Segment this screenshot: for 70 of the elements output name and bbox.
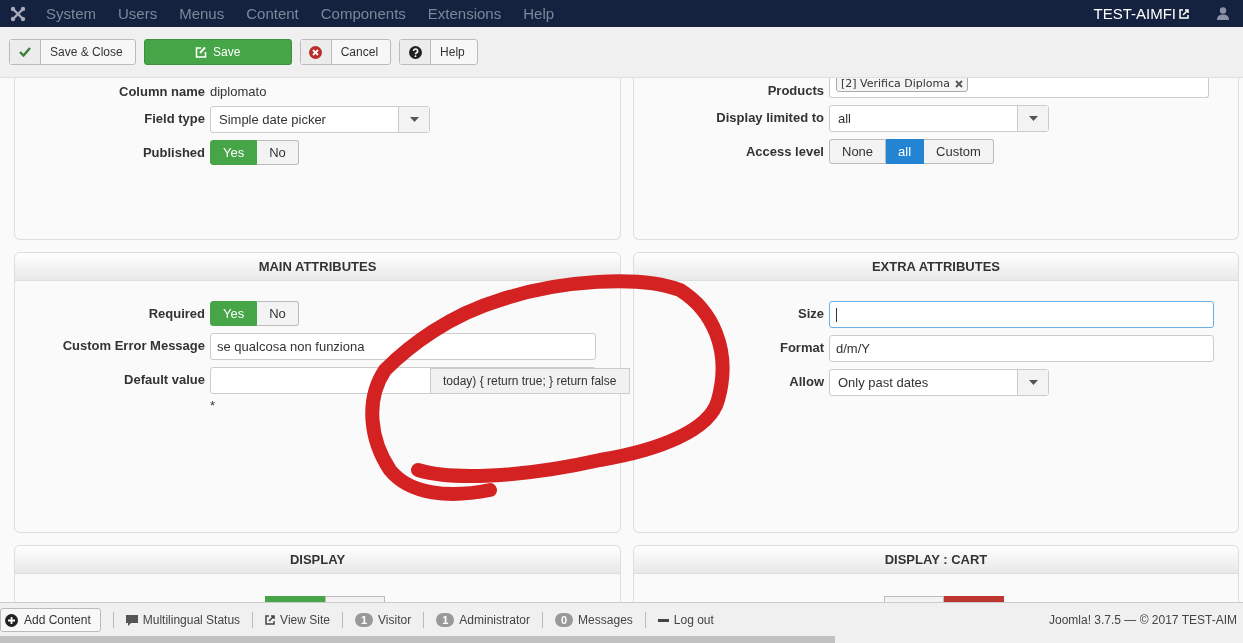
- status-link[interactable]: View Site: [280, 613, 330, 627]
- caret-icon: [409, 117, 419, 122]
- field-label: Required: [148, 305, 205, 321]
- field-label: Access level: [745, 143, 824, 159]
- status-link[interactable]: Administrator: [459, 613, 530, 627]
- caret-icon: [1028, 380, 1038, 385]
- edit-icon: [195, 46, 207, 58]
- text-field[interactable]: se qualcosa non funziona: [210, 333, 596, 360]
- field-label: Display limited to: [716, 109, 824, 125]
- select-field[interactable]: Simple date picker: [210, 106, 430, 133]
- plus-icon: [5, 613, 18, 627]
- minus-icon: [657, 618, 669, 622]
- text-field[interactable]: d/m/Y: [829, 335, 1214, 362]
- required-asterisk: *: [210, 397, 217, 413]
- toolbar-button[interactable]: Save & Close: [9, 39, 136, 65]
- toggle-option[interactable]: all: [886, 139, 925, 164]
- text-field[interactable]: [829, 301, 1214, 328]
- status-link[interactable]: Multilingual Status: [142, 613, 241, 627]
- field-label: Published: [142, 144, 205, 160]
- toggle-option[interactable]: Custom: [924, 139, 994, 164]
- status-link[interactable]: Visitor: [378, 613, 412, 627]
- field-label: Field type: [144, 110, 205, 126]
- toolbar-button[interactable]: Cancel: [299, 39, 392, 65]
- menu-item[interactable]: Content: [246, 5, 299, 22]
- site-link[interactable]: TEST-AIMFI: [1093, 5, 1189, 22]
- menu-item[interactable]: Menus: [179, 5, 225, 22]
- remove-icon[interactable]: [955, 79, 964, 88]
- field-label: Column name: [119, 84, 205, 99]
- field-label: Custom Error Message: [62, 337, 205, 353]
- toolbar-button[interactable]: Help: [399, 39, 478, 65]
- field-label: Default value: [124, 371, 205, 387]
- caret-icon: [1028, 116, 1038, 121]
- menu-item[interactable]: System: [46, 5, 96, 22]
- panel-title: MAIN ATTRIBUTES: [15, 253, 620, 281]
- footer-text: Joomla! 3.7.5 — © 2017 TEST-AIM: [1048, 613, 1237, 627]
- field-label: Allow: [789, 373, 824, 389]
- products-field[interactable]: [2] Verifica Diploma: [829, 78, 1209, 98]
- add-content-button[interactable]: Add Content: [0, 608, 101, 632]
- menu-item[interactable]: Users: [118, 5, 158, 22]
- scrollbar[interactable]: [0, 636, 1243, 643]
- field-label: Products: [767, 82, 824, 98]
- external-link-icon: [265, 615, 276, 625]
- menu-item[interactable]: Components: [320, 5, 406, 22]
- select-field[interactable]: all: [829, 105, 1049, 132]
- field-label: Format: [779, 339, 824, 355]
- toggle-option[interactable]: No: [257, 140, 299, 165]
- count-badge: 1: [354, 613, 374, 627]
- external-link-icon: [1179, 8, 1189, 19]
- menu-item[interactable]: Extensions: [427, 5, 502, 22]
- status-link[interactable]: Messages: [578, 613, 633, 627]
- user-icon[interactable]: [1217, 7, 1229, 20]
- joomla-logo-icon: [10, 5, 26, 22]
- menu-item[interactable]: Help: [523, 5, 555, 22]
- count-badge: 1: [436, 613, 455, 627]
- check-icon: [19, 47, 31, 57]
- help-icon: [408, 45, 422, 59]
- column-name-value: diplomato: [210, 84, 267, 99]
- product-tag[interactable]: [2] Verifica Diploma: [836, 78, 969, 92]
- toggle-option[interactable]: No: [257, 301, 299, 326]
- panel-title: DISPLAY : CART: [634, 546, 1238, 574]
- panel-title: DISPLAY: [15, 546, 620, 574]
- close-icon: [309, 45, 323, 59]
- toggle-option[interactable]: None: [829, 139, 887, 164]
- status-link[interactable]: Log out: [673, 613, 714, 627]
- code-tooltip: today) { return true; } return false: [430, 368, 630, 394]
- count-badge: 0: [555, 613, 574, 627]
- comment-icon: [125, 614, 138, 626]
- select-field[interactable]: Only past dates: [829, 369, 1049, 396]
- panel-title: EXTRA ATTRIBUTES: [634, 253, 1238, 281]
- field-label: Size: [798, 305, 824, 321]
